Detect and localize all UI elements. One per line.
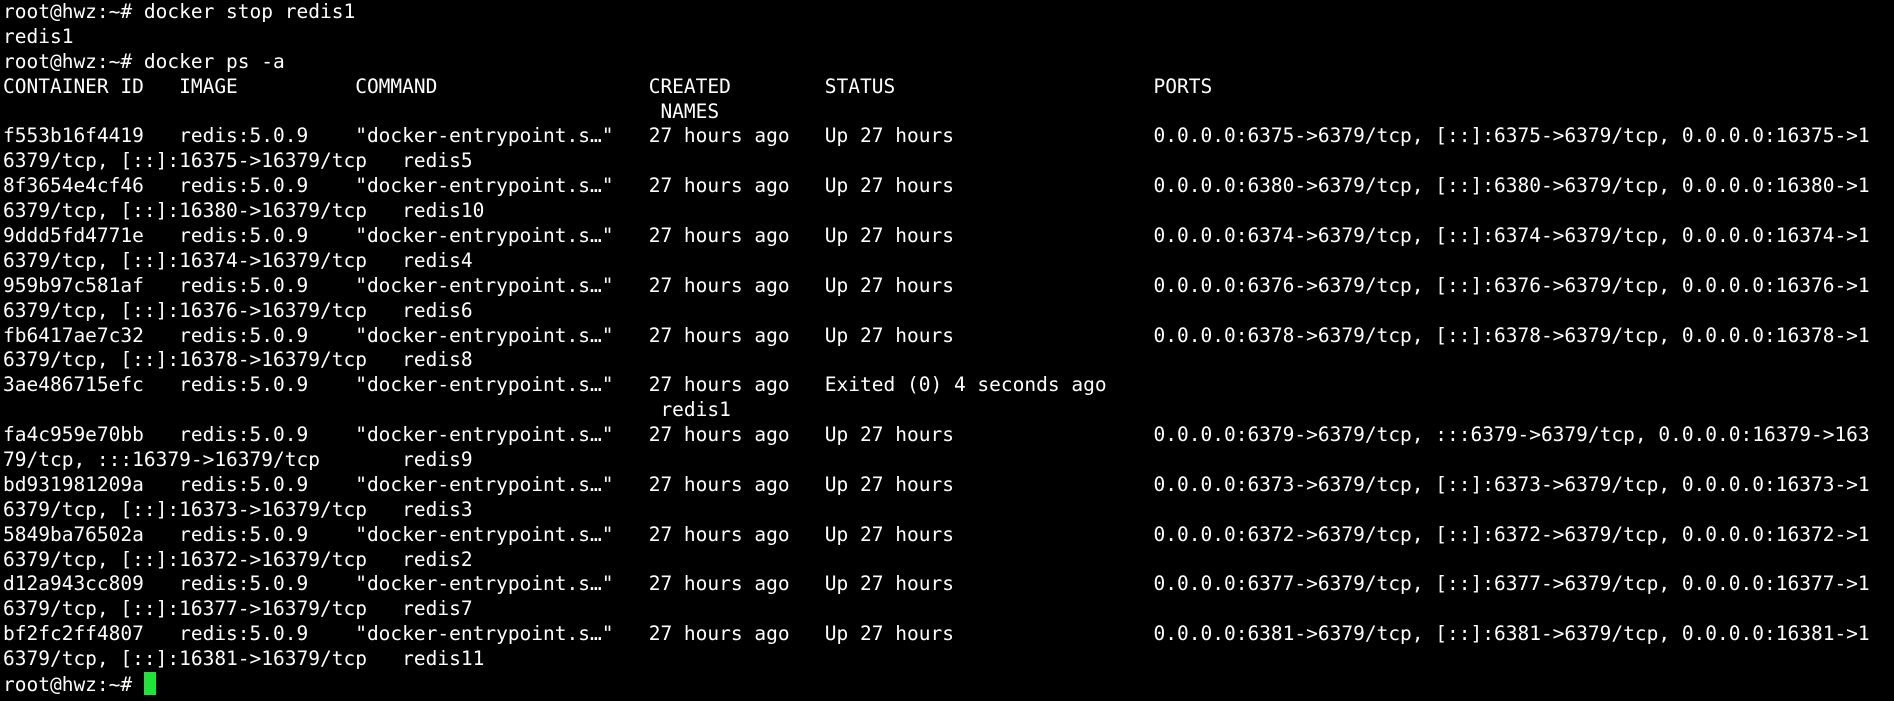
table-row-text: 3ae486715efc redis:5.0.9 "docker-entrypo… [3, 373, 1107, 397]
command-line: root@hwz:~# docker ps -a [3, 49, 285, 73]
table-header: CONTAINER ID IMAGE COMMAND CREATED STATU… [3, 75, 1894, 100]
table-row-continuation: 6379/tcp, [::]:16380->16379/tcp redis10 [3, 199, 1894, 224]
table-row-text: fa4c959e70bb redis:5.0.9 "docker-entrypo… [3, 423, 1870, 447]
table-row-continuation: 79/tcp, :::16379->16379/tcp redis9 [3, 448, 1894, 473]
table-row: fa4c959e70bb redis:5.0.9 "docker-entrypo… [3, 423, 1894, 448]
table-row-text: bd931981209a redis:5.0.9 "docker-entrypo… [3, 472, 1870, 496]
table-row: 5849ba76502a redis:5.0.9 "docker-entrypo… [3, 523, 1894, 548]
table-row-text: f553b16f4419 redis:5.0.9 "docker-entrypo… [3, 124, 1870, 148]
table-row: d12a943cc809 redis:5.0.9 "docker-entrypo… [3, 572, 1894, 597]
table-row-text: redis1 [3, 398, 731, 422]
table-row-text: 6379/tcp, [::]:16380->16379/tcp redis10 [3, 199, 485, 223]
cursor-icon [143, 672, 156, 696]
terminal-line: redis1 [3, 25, 1894, 50]
table-row: 8f3654e4cf46 redis:5.0.9 "docker-entrypo… [3, 174, 1894, 199]
table-row-continuation: 6379/tcp, [::]:16376->16379/tcp redis6 [3, 299, 1894, 324]
table-row-text: 6379/tcp, [::]:16373->16379/tcp redis3 [3, 497, 473, 521]
table-row-continuation: 6379/tcp, [::]:16373->16379/tcp redis3 [3, 498, 1894, 523]
table-row: 3ae486715efc redis:5.0.9 "docker-entrypo… [3, 373, 1894, 398]
prompt-line[interactable]: root@hwz:~# [3, 672, 1894, 697]
table-row-continuation: 6379/tcp, [::]:16381->16379/tcp redis11 [3, 647, 1894, 672]
table-row-text: 6379/tcp, [::]:16372->16379/tcp redis2 [3, 547, 473, 571]
table-row-text: 6379/tcp, [::]:16376->16379/tcp redis6 [3, 298, 473, 322]
table-row-continuation: 6379/tcp, [::]:16372->16379/tcp redis2 [3, 548, 1894, 573]
table-header: NAMES [3, 100, 1894, 125]
table-row-text: 959b97c581af redis:5.0.9 "docker-entrypo… [3, 273, 1870, 297]
table-row-continuation: 6379/tcp, [::]:16378->16379/tcp redis8 [3, 348, 1894, 373]
table-row-text: 6379/tcp, [::]:16375->16379/tcp redis5 [3, 149, 473, 173]
table-row: f553b16f4419 redis:5.0.9 "docker-entrypo… [3, 124, 1894, 149]
table-header-text: NAMES [3, 99, 720, 123]
table-row: 9ddd5fd4771e redis:5.0.9 "docker-entrypo… [3, 224, 1894, 249]
table-row: bf2fc2ff4807 redis:5.0.9 "docker-entrypo… [3, 622, 1894, 647]
table-row-continuation: redis1 [3, 398, 1894, 423]
table-row-text: 79/tcp, :::16379->16379/tcp redis9 [3, 448, 473, 472]
table-row: fb6417ae7c32 redis:5.0.9 "docker-entrypo… [3, 324, 1894, 349]
table-header-text: CONTAINER ID IMAGE COMMAND CREATED STATU… [3, 74, 1213, 98]
table-row-text: 6379/tcp, [::]:16378->16379/tcp redis8 [3, 348, 473, 372]
terminal-line: root@hwz:~# docker stop redis1 [3, 0, 1894, 25]
table-row-text: 8f3654e4cf46 redis:5.0.9 "docker-entrypo… [3, 174, 1870, 198]
table-row: 959b97c581af redis:5.0.9 "docker-entrypo… [3, 274, 1894, 299]
table-row-continuation: 6379/tcp, [::]:16374->16379/tcp redis4 [3, 249, 1894, 274]
table-row-text: 6379/tcp, [::]:16374->16379/tcp redis4 [3, 248, 473, 272]
terminal-output: root@hwz:~# docker stop redis1 redis1 ro… [3, 0, 1894, 672]
table-row-continuation: 6379/tcp, [::]:16375->16379/tcp redis5 [3, 149, 1894, 174]
terminal-line: root@hwz:~# docker ps -a [3, 50, 1894, 75]
terminal-window[interactable]: root@hwz:~# docker stop redis1 redis1 ro… [0, 0, 1894, 701]
table-row: bd931981209a redis:5.0.9 "docker-entrypo… [3, 473, 1894, 498]
table-row-text: 6379/tcp, [::]:16377->16379/tcp redis7 [3, 597, 473, 621]
table-row-continuation: 6379/tcp, [::]:16377->16379/tcp redis7 [3, 597, 1894, 622]
table-row-text: fb6417ae7c32 redis:5.0.9 "docker-entrypo… [3, 323, 1870, 347]
table-row-text: 9ddd5fd4771e redis:5.0.9 "docker-entrypo… [3, 224, 1870, 248]
command-line: root@hwz:~# docker stop redis1 [3, 0, 356, 23]
table-row-text: d12a943cc809 redis:5.0.9 "docker-entrypo… [3, 572, 1870, 596]
output-line: redis1 [3, 24, 74, 48]
table-row-text: 6379/tcp, [::]:16381->16379/tcp redis11 [3, 647, 485, 671]
table-row-text: bf2fc2ff4807 redis:5.0.9 "docker-entrypo… [3, 622, 1870, 646]
table-row-text: 5849ba76502a redis:5.0.9 "docker-entrypo… [3, 522, 1870, 546]
prompt: root@hwz:~# [3, 673, 144, 697]
